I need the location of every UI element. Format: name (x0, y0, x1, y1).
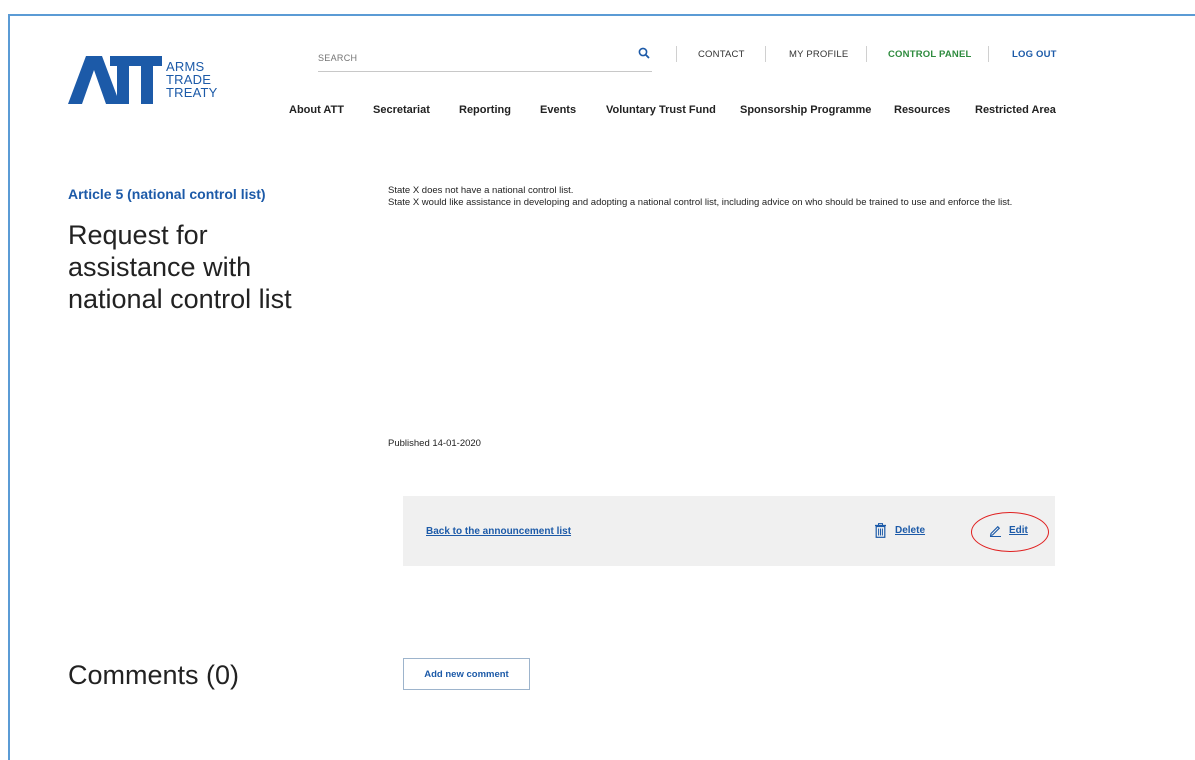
search-input[interactable] (318, 53, 618, 63)
att-logo[interactable]: ARMS TRADE TREATY (68, 56, 238, 110)
add-comment-button[interactable]: Add new comment (403, 658, 530, 690)
contact-link[interactable]: CONTACT (698, 49, 745, 60)
nav-events[interactable]: Events (540, 104, 576, 116)
body-paragraph: State X would like assistance in develop… (388, 197, 1013, 208)
control-panel-link[interactable]: CONTROL PANEL (888, 49, 972, 60)
announcement-body: State X does not have a national control… (388, 185, 1068, 209)
back-to-list-link[interactable]: Back to the announcement list (426, 526, 571, 537)
delete-button[interactable]: Delete (874, 523, 925, 538)
logo-wordmark: ARMS TRADE TREATY (166, 60, 218, 99)
published-date: Published 14-01-2020 (388, 438, 481, 449)
comments-heading: Comments (0) (68, 660, 240, 690)
action-bar: Back to the announcement list Delete Edi… (403, 496, 1055, 566)
divider (988, 46, 989, 62)
announcement-category: Article 5 (national control list) (68, 186, 266, 202)
window-frame (8, 14, 1195, 760)
nav-voluntary-trust-fund[interactable]: Voluntary Trust Fund (606, 104, 716, 116)
divider (676, 46, 677, 62)
search-bar (318, 47, 652, 72)
trash-icon (875, 523, 886, 538)
log-out-link[interactable]: LOG OUT (1012, 49, 1057, 60)
nav-reporting[interactable]: Reporting (459, 104, 511, 116)
nav-restricted-area[interactable]: Restricted Area (975, 104, 1056, 116)
divider (765, 46, 766, 62)
logo-word: TREATY (166, 85, 218, 100)
body-paragraph: State X does not have a national control… (388, 185, 574, 196)
nav-resources[interactable]: Resources (894, 104, 950, 116)
search-icon[interactable] (638, 47, 650, 59)
divider (866, 46, 867, 62)
my-profile-link[interactable]: MY PROFILE (789, 49, 848, 60)
nav-secretariat[interactable]: Secretariat (373, 104, 430, 116)
edit-highlight-circle (971, 512, 1049, 552)
delete-label: Delete (895, 525, 926, 536)
nav-about-att[interactable]: About ATT (289, 104, 344, 116)
nav-sponsorship-programme[interactable]: Sponsorship Programme (740, 104, 871, 116)
page-title: Request for assistance with national con… (68, 220, 292, 314)
att-logo-mark-icon (68, 56, 162, 104)
